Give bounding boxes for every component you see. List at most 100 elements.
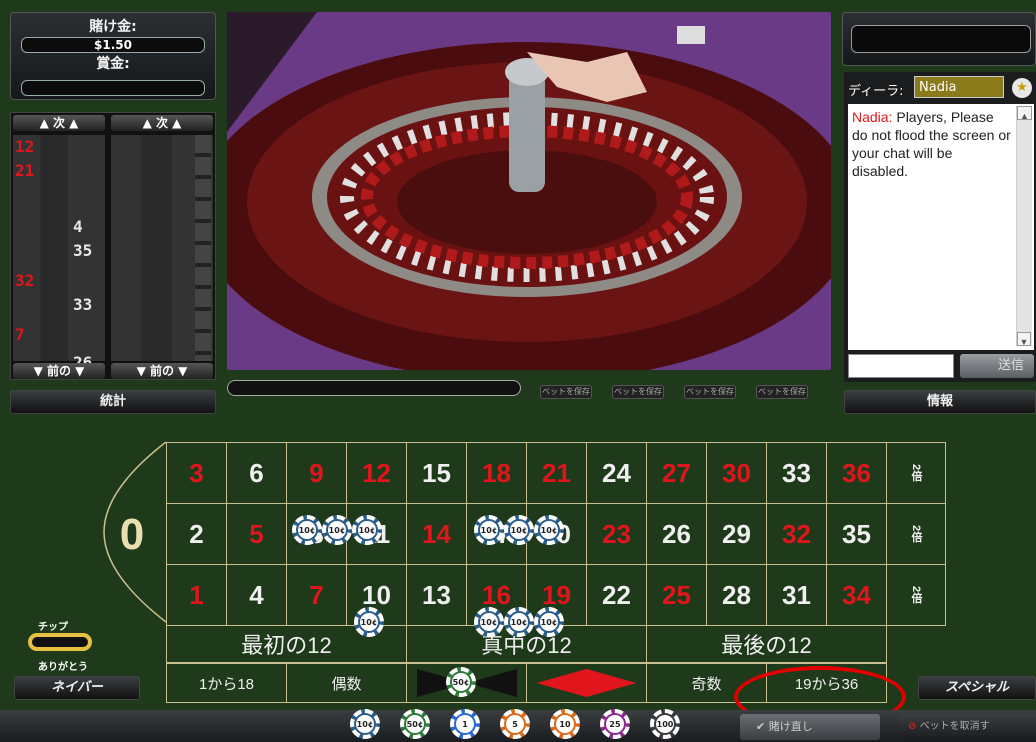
save-bet-button[interactable]: ベットを保存: [756, 385, 808, 399]
number-cell[interactable]: 28: [706, 564, 767, 626]
save-bet-button[interactable]: ベットを保存: [612, 385, 664, 399]
placed-chip[interactable]: 10¢: [534, 515, 564, 545]
chip-label: 10¢: [480, 613, 498, 631]
placed-chip[interactable]: 10¢: [504, 607, 534, 637]
star-icon[interactable]: ★: [1012, 78, 1032, 98]
history-number: 12: [15, 137, 35, 156]
number-cell[interactable]: 33: [766, 442, 827, 504]
number-cell[interactable]: 21: [526, 442, 587, 504]
number-cell[interactable]: 14: [406, 503, 467, 565]
placed-chip[interactable]: 10¢: [474, 607, 504, 637]
chip-label: 10¢: [510, 613, 528, 631]
history-col1-header[interactable]: ▲ 次 ▲: [13, 115, 105, 131]
number-cell[interactable]: 25: [646, 564, 707, 626]
chat-input[interactable]: [848, 354, 954, 378]
history-col2-header[interactable]: ▲ 次 ▲: [111, 115, 213, 131]
zero-cell[interactable]: 0: [112, 508, 152, 562]
number-cell[interactable]: 26: [646, 503, 707, 565]
rebet-label: 賭け直し: [768, 720, 813, 733]
number-cell[interactable]: 18: [466, 442, 527, 504]
number-cell[interactable]: 30: [706, 442, 767, 504]
info-button[interactable]: 情報: [844, 390, 1036, 414]
prohibit-icon: ⊘: [908, 721, 917, 732]
chip-tray-chip[interactable]: 100: [650, 709, 680, 739]
chip-tray-chip[interactable]: 1: [450, 709, 480, 739]
chip-tray-chip[interactable]: 10¢: [350, 709, 380, 739]
number-cell[interactable]: 2: [166, 503, 227, 565]
tip-button[interactable]: [28, 633, 92, 651]
placed-chip[interactable]: 10¢: [474, 515, 504, 545]
chip-label: 10¢: [480, 521, 498, 539]
number-cell[interactable]: 24: [586, 442, 647, 504]
number-cell[interactable]: 23: [586, 503, 647, 565]
chip-tray-chip[interactable]: 5: [500, 709, 530, 739]
history-panel: ▲ 次 ▲ ▲ 次 ▲ 12214353233726 ▼ 前の ▼ ▼ 前の ▼: [10, 112, 216, 380]
column-bet-cell[interactable]: 2倍: [886, 442, 946, 504]
number-cell[interactable]: 35: [826, 503, 887, 565]
number-cell[interactable]: 6: [226, 442, 287, 504]
placed-chip[interactable]: 10¢: [292, 515, 322, 545]
number-cell[interactable]: 27: [646, 442, 707, 504]
history-col2-footer[interactable]: ▼ 前の ▼: [111, 363, 213, 379]
number-cell[interactable]: 1: [166, 564, 227, 626]
number-cell[interactable]: 22: [586, 564, 647, 626]
outside-bet-cell[interactable]: 偶数: [286, 663, 407, 703]
top-right-panel: [842, 12, 1036, 66]
chip-label: 10¢: [360, 613, 378, 631]
chip-label: 10¢: [356, 715, 374, 733]
chip-tray-chip[interactable]: 10: [550, 709, 580, 739]
number-cell[interactable]: 31: [766, 564, 827, 626]
scroll-up-icon[interactable]: ▲: [1017, 106, 1032, 121]
chip-tray-chip[interactable]: 50¢: [400, 709, 430, 739]
placed-chip[interactable]: 10¢: [354, 607, 384, 637]
history-col1-footer[interactable]: ▼ 前の ▼: [13, 363, 105, 379]
placed-chip[interactable]: 10¢: [352, 515, 382, 545]
history-col2: [111, 135, 213, 361]
scroll-down-icon[interactable]: ▼: [1017, 332, 1031, 347]
dealer-name: Nadia: [914, 76, 1004, 98]
history-number: 35: [73, 241, 93, 260]
chip-label: 50¢: [452, 673, 470, 691]
bet-progress-bar: [227, 380, 521, 396]
chip-label: 10¢: [510, 521, 528, 539]
number-cell[interactable]: 12: [346, 442, 407, 504]
red-bet-cell[interactable]: [526, 663, 647, 703]
number-cell[interactable]: 3: [166, 442, 227, 504]
number-cell[interactable]: 13: [406, 564, 467, 626]
number-cell[interactable]: 34: [826, 564, 887, 626]
placed-chip[interactable]: 50¢: [446, 667, 476, 697]
outside-bet-cell[interactable]: 1から18: [166, 663, 287, 703]
number-cell[interactable]: 36: [826, 442, 887, 504]
clear-bets-button[interactable]: ⊘ ベットを取消す: [900, 714, 1036, 740]
number-cell[interactable]: 15: [406, 442, 467, 504]
send-button[interactable]: 送信: [960, 354, 1034, 378]
number-cell[interactable]: 29: [706, 503, 767, 565]
chat-scrollbar[interactable]: ▲ ▼: [1016, 106, 1032, 347]
stats-button[interactable]: 統計: [10, 390, 216, 414]
roulette-wheel-image: [227, 12, 831, 370]
chip-tray-chip[interactable]: 25: [600, 709, 630, 739]
number-cell[interactable]: 9: [286, 442, 347, 504]
special-button[interactable]: スペシャル: [918, 676, 1036, 700]
thanks-label: ありがとう: [38, 662, 88, 673]
number-cell[interactable]: 4: [226, 564, 287, 626]
neighbor-button[interactable]: ネイバー: [14, 676, 140, 700]
number-cell[interactable]: 5: [226, 503, 287, 565]
number-cell[interactable]: 7: [286, 564, 347, 626]
save-bet-button[interactable]: ベットを保存: [540, 385, 592, 399]
placed-chip[interactable]: 10¢: [322, 515, 352, 545]
number-cell[interactable]: 32: [766, 503, 827, 565]
chip-label: 10¢: [358, 521, 376, 539]
placed-chip[interactable]: 10¢: [504, 515, 534, 545]
save-bet-button[interactable]: ベットを保存: [684, 385, 736, 399]
column-bet-cell[interactable]: 2倍: [886, 564, 946, 626]
chip-label: 10: [556, 715, 574, 733]
chip-label: 10¢: [328, 521, 346, 539]
history-number: 7: [15, 325, 25, 344]
column-bet-cell[interactable]: 2倍: [886, 503, 946, 565]
placed-chip[interactable]: 10¢: [534, 607, 564, 637]
dozen-bet-cell[interactable]: 最後の12: [646, 625, 887, 663]
bet-value: $1.50: [21, 37, 205, 53]
red-diamond: [536, 669, 637, 697]
rebet-button[interactable]: ✔ 賭け直し: [740, 714, 880, 740]
